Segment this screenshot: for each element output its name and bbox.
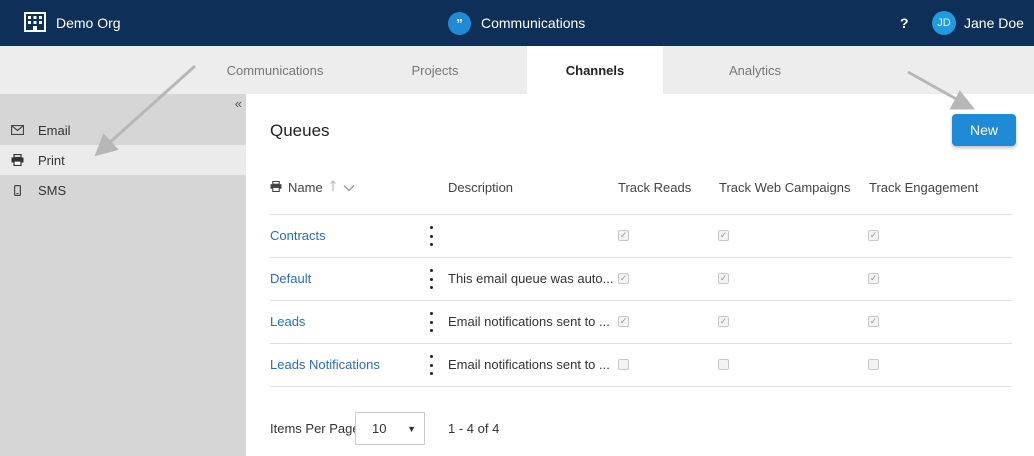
help-button[interactable]: ? (900, 0, 909, 46)
sidebar: « Email Print SMS (0, 94, 246, 456)
app-switcher[interactable]: ” Communications (448, 0, 585, 46)
column-header-track-engagement: Track Engagement (869, 180, 979, 195)
items-per-page-select[interactable]: 10 ▼ (355, 412, 425, 445)
new-button[interactable]: New (952, 114, 1016, 146)
items-per-page-value: 10 (372, 421, 387, 436)
queue-description: Email notifications sent to ... (448, 313, 610, 329)
sort-arrow-up-icon[interactable] (329, 180, 337, 195)
more-options-icon[interactable] (427, 312, 435, 332)
user-name: Jane Doe (964, 15, 1024, 31)
column-header-track-web-campaigns: Track Web Campaigns (719, 180, 851, 195)
track-engagement-checkbox (868, 359, 879, 370)
more-options-icon[interactable] (427, 226, 435, 246)
chevron-down-icon[interactable] (343, 180, 355, 195)
queue-description: This email queue was auto... (448, 270, 614, 286)
top-bar: Demo Org ” Communications ? JD Jane Doe (0, 0, 1034, 46)
pagination-range: 1 - 4 of 4 (448, 421, 500, 436)
more-options-icon[interactable] (427, 355, 435, 375)
queue-name-link[interactable]: Leads Notifications (270, 344, 380, 384)
track-reads-checkbox: ✓ (618, 316, 629, 327)
track-reads-checkbox: ✓ (618, 273, 629, 284)
printer-icon (270, 180, 282, 195)
column-header-description: Description (448, 180, 514, 195)
table-row[interactable]: Leads Email notifications sent to ... ✓ … (270, 300, 1012, 343)
tab-projects[interactable]: Projects (383, 46, 487, 94)
avatar: JD (932, 11, 956, 35)
queue-name-link[interactable]: Contracts (270, 215, 326, 255)
printer-icon (11, 154, 24, 166)
queue-description: Email notifications sent to ... (448, 356, 610, 372)
queue-name-link[interactable]: Leads (270, 301, 305, 341)
org-name: Demo Org (56, 15, 121, 31)
table-row[interactable]: Leads Notifications Email notifications … (270, 343, 1012, 386)
table-row[interactable]: Contracts ✓ ✓ ✓ (270, 214, 1012, 257)
tab-communications[interactable]: Communications (203, 46, 347, 94)
tab-channels[interactable]: Channels (527, 46, 663, 94)
tab-analytics[interactable]: Analytics (703, 46, 807, 94)
sidebar-item-label: Print (38, 152, 65, 168)
sidebar-item-label: SMS (38, 182, 67, 198)
org-switcher[interactable]: Demo Org (24, 0, 121, 46)
caret-down-icon: ▼ (407, 423, 416, 434)
more-options-icon[interactable] (427, 269, 435, 289)
track-reads-checkbox: ✓ (618, 230, 629, 241)
column-header-name[interactable]: Name (270, 180, 355, 195)
track-web-campaigns-checkbox (718, 359, 729, 370)
track-web-campaigns-checkbox: ✓ (718, 316, 729, 327)
table-row[interactable]: Default This email queue was auto... ✓ ✓… (270, 257, 1012, 300)
envelope-icon (11, 125, 24, 135)
items-per-page-label: Items Per Page (270, 421, 360, 436)
column-header-track-reads: Track Reads (618, 180, 692, 195)
app-name: Communications (481, 15, 586, 31)
collapse-icon[interactable]: « (235, 96, 242, 111)
track-web-campaigns-checkbox: ✓ (718, 273, 729, 284)
main-content: Queues New Name Description Track Reads … (246, 94, 1034, 456)
sidebar-item-sms[interactable]: SMS (0, 175, 246, 205)
track-reads-checkbox (618, 359, 629, 370)
track-engagement-checkbox: ✓ (868, 230, 879, 241)
sidebar-item-email[interactable]: Email (0, 115, 246, 145)
track-web-campaigns-checkbox: ✓ (718, 230, 729, 241)
tab-bar: Communications Projects Channels Analyti… (0, 46, 1034, 94)
track-engagement-checkbox: ✓ (868, 316, 879, 327)
quote-icon: ” (448, 11, 471, 35)
mobile-phone-icon (11, 184, 24, 196)
sidebar-item-label: Email (38, 122, 71, 138)
track-engagement-checkbox: ✓ (868, 273, 879, 284)
table-divider (270, 386, 1012, 387)
column-header-label: Name (288, 180, 323, 195)
sidebar-item-print[interactable]: Print (0, 145, 246, 175)
page-title: Queues (270, 121, 330, 140)
queue-name-link[interactable]: Default (270, 258, 311, 298)
building-icon (24, 11, 46, 35)
user-menu[interactable]: JD Jane Doe (932, 0, 1024, 46)
